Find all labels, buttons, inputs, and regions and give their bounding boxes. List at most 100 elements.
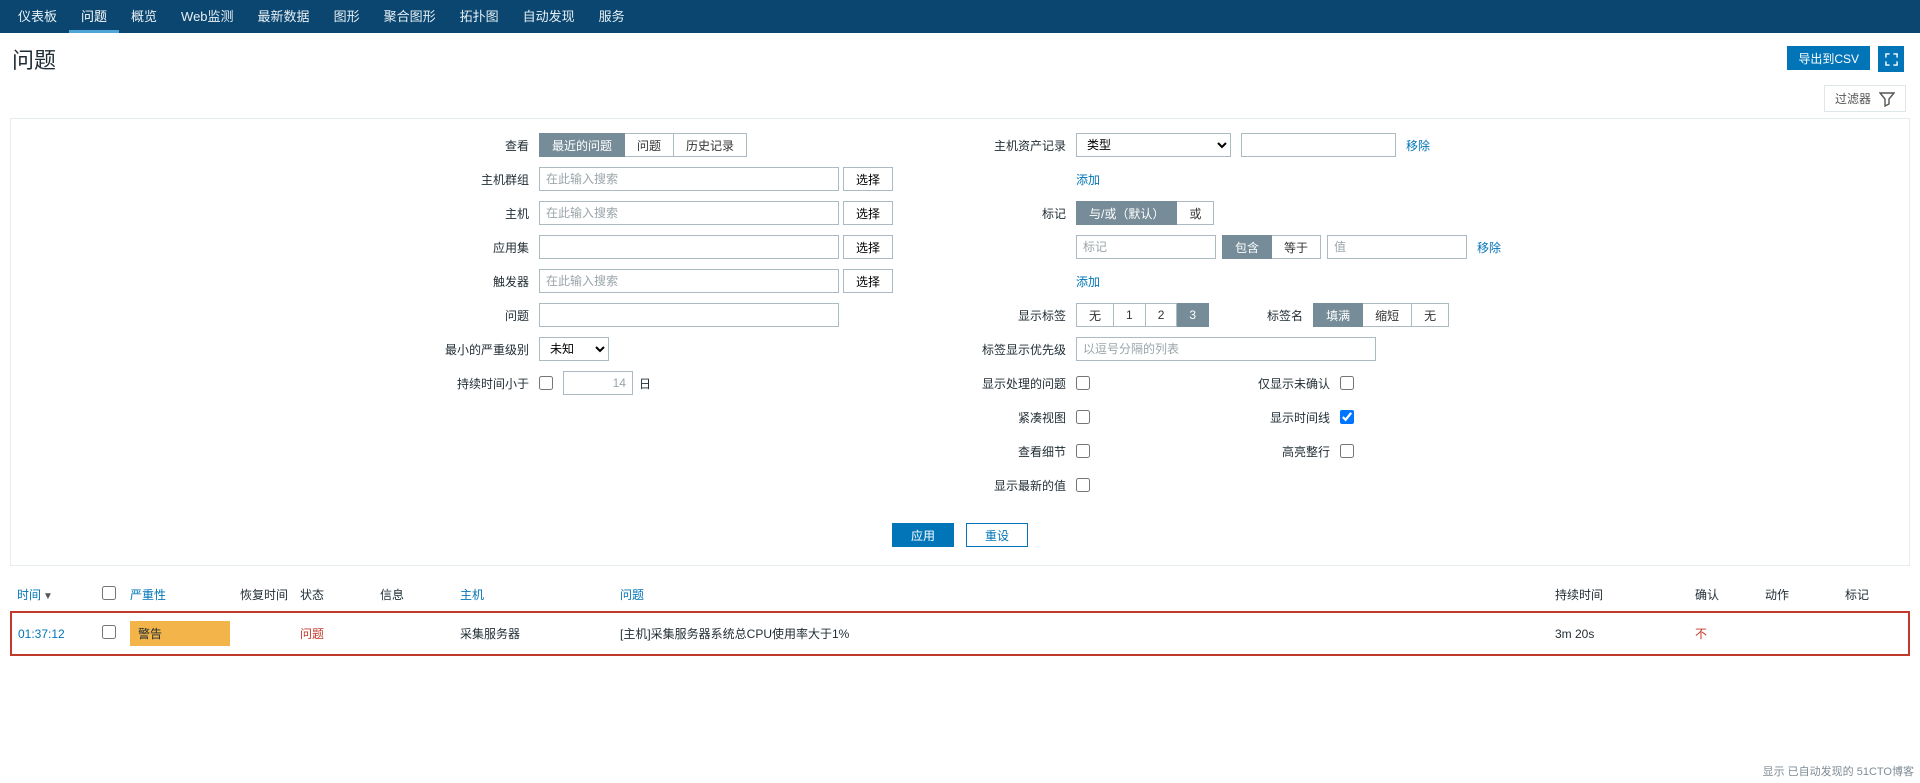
nav-maps[interactable]: 拓扑图	[448, 0, 511, 33]
table-row: 01:37:12 警告 问题 采集服务器 [主机]采集服务器系统总CPU使用率大…	[11, 612, 1909, 655]
input-tag-name[interactable]	[1076, 235, 1216, 259]
link-tag-remove[interactable]: 移除	[1477, 239, 1501, 256]
label-view: 查看	[419, 137, 539, 154]
top-nav: 仪表板 问题 概览 Web监测 最新数据 图形 聚合图形 拓扑图 自动发现 服务	[0, 0, 1920, 33]
nav-discovery[interactable]: 自动发现	[511, 0, 587, 33]
nav-graphs[interactable]: 图形	[322, 0, 372, 33]
input-triggers[interactable]	[539, 269, 839, 293]
chk-unack[interactable]	[1340, 376, 1354, 390]
label-latest: 显示最新的值	[941, 477, 1076, 494]
cell-ack[interactable]: 不	[1695, 627, 1707, 641]
select-inventory-type[interactable]: 类型	[1076, 133, 1231, 157]
input-problem[interactable]	[539, 303, 839, 327]
chk-latest[interactable]	[1076, 478, 1090, 492]
cell-status: 问题	[300, 627, 324, 641]
input-apps[interactable]	[539, 235, 839, 259]
input-inventory-value[interactable]	[1241, 133, 1396, 157]
nav-problems[interactable]: 问题	[69, 0, 119, 33]
export-csv-button[interactable]: 导出到CSV	[1787, 46, 1870, 70]
th-time[interactable]: 时间▼	[11, 578, 96, 612]
cell-tags	[1839, 612, 1909, 655]
th-checkall[interactable]	[96, 578, 124, 612]
select-host-groups[interactable]: 选择	[843, 167, 893, 191]
cell-duration: 3m 20s	[1549, 612, 1689, 655]
apply-button[interactable]: 应用	[892, 523, 954, 547]
label-problem: 问题	[419, 307, 539, 324]
chk-compact[interactable]	[1076, 410, 1090, 424]
nav-web[interactable]: Web监测	[169, 0, 246, 33]
funnel-icon	[1879, 91, 1895, 107]
label-hosts: 主机	[419, 205, 539, 222]
chk-row[interactable]	[102, 625, 116, 639]
filter-toggle[interactable]: 过滤器	[1824, 85, 1906, 112]
seg-name-full[interactable]: 填满	[1313, 303, 1363, 327]
page-title: 问题	[12, 43, 56, 75]
input-hosts[interactable]	[539, 201, 839, 225]
input-host-groups[interactable]	[539, 167, 839, 191]
th-problem[interactable]: 问题	[614, 578, 1549, 612]
results-table-wrap: 时间▼ 严重性 恢复时间 状态 信息 主机 问题 持续时间 确认 动作 标记 0…	[10, 578, 1910, 656]
th-severity[interactable]: 严重性	[124, 578, 234, 612]
select-triggers[interactable]: 选择	[843, 269, 893, 293]
chk-timeline[interactable]	[1340, 410, 1354, 424]
cell-recovery	[234, 612, 294, 655]
seg-tags-1[interactable]: 1	[1114, 303, 1146, 327]
nav-dashboards[interactable]: 仪表板	[6, 0, 69, 33]
seg-tags-none[interactable]: 无	[1076, 303, 1114, 327]
th-recovery: 恢复时间	[234, 578, 294, 612]
chk-select-all[interactable]	[102, 586, 116, 600]
reset-button[interactable]: 重设	[966, 523, 1028, 547]
view-segmented: 最近的问题 问题 历史记录	[539, 133, 747, 157]
seg-contains[interactable]: 包含	[1222, 235, 1272, 259]
label-host-groups: 主机群组	[419, 171, 539, 188]
seg-tags-3[interactable]: 3	[1177, 303, 1209, 327]
nav-services[interactable]: 服务	[587, 0, 637, 33]
seg-recent[interactable]: 最近的问题	[539, 133, 625, 157]
label-show-handled: 显示处理的问题	[941, 375, 1076, 392]
fullscreen-button[interactable]	[1878, 46, 1904, 72]
link-tag-add[interactable]: 添加	[1076, 273, 1100, 290]
select-hosts[interactable]: 选择	[843, 201, 893, 225]
cell-problem[interactable]: [主机]采集服务器系统总CPU使用率大于1%	[614, 612, 1549, 655]
seg-equals[interactable]: 等于	[1272, 235, 1321, 259]
sort-desc-icon: ▼	[43, 591, 53, 602]
chk-highlight[interactable]	[1340, 444, 1354, 458]
th-ack: 确认	[1689, 578, 1759, 612]
label-detail: 查看细节	[941, 443, 1076, 460]
cell-time[interactable]: 01:37:12	[18, 627, 65, 641]
seg-andor[interactable]: 与/或（默认）	[1076, 201, 1177, 225]
seg-or[interactable]: 或	[1177, 201, 1214, 225]
input-tag-priority[interactable]	[1076, 337, 1376, 361]
cell-host[interactable]: 采集服务器	[454, 612, 614, 655]
label-tags: 标记	[941, 205, 1076, 222]
seg-tags-2[interactable]: 2	[1146, 303, 1178, 327]
input-tag-value[interactable]	[1327, 235, 1467, 259]
select-apps[interactable]: 选择	[843, 235, 893, 259]
seg-name-short[interactable]: 缩短	[1363, 303, 1412, 327]
input-age-days[interactable]	[563, 371, 633, 395]
th-host[interactable]: 主机	[454, 578, 614, 612]
filter-col-left: 查看 最近的问题 问题 历史记录 主机群组 选择 主机 选择 应用集	[419, 133, 893, 507]
seg-problems[interactable]: 问题	[625, 133, 674, 157]
footer-note: 显示 已自动发现的 51CTO博客	[1757, 759, 1920, 783]
label-min-sev: 最小的严重级别	[419, 341, 539, 358]
label-inventory: 主机资产记录	[941, 137, 1076, 154]
cell-actions	[1759, 612, 1839, 655]
chk-age[interactable]	[539, 376, 553, 390]
select-min-severity[interactable]: 未知	[539, 337, 609, 361]
th-info: 信息	[374, 578, 454, 612]
chk-detail[interactable]	[1076, 444, 1090, 458]
seg-name-none[interactable]: 无	[1412, 303, 1449, 327]
chk-show-handled[interactable]	[1076, 376, 1090, 390]
link-inventory-add[interactable]: 添加	[1076, 171, 1100, 188]
link-inventory-remove[interactable]: 移除	[1406, 137, 1430, 154]
nav-latest[interactable]: 最新数据	[246, 0, 322, 33]
nav-overview[interactable]: 概览	[119, 0, 169, 33]
th-status: 状态	[294, 578, 374, 612]
label-compact: 紧凑视图	[941, 409, 1076, 426]
label-tag-name: 标签名	[1233, 307, 1313, 324]
seg-history[interactable]: 历史记录	[674, 133, 747, 157]
label-triggers: 触发器	[419, 273, 539, 290]
cell-info	[374, 612, 454, 655]
nav-screens[interactable]: 聚合图形	[372, 0, 448, 33]
